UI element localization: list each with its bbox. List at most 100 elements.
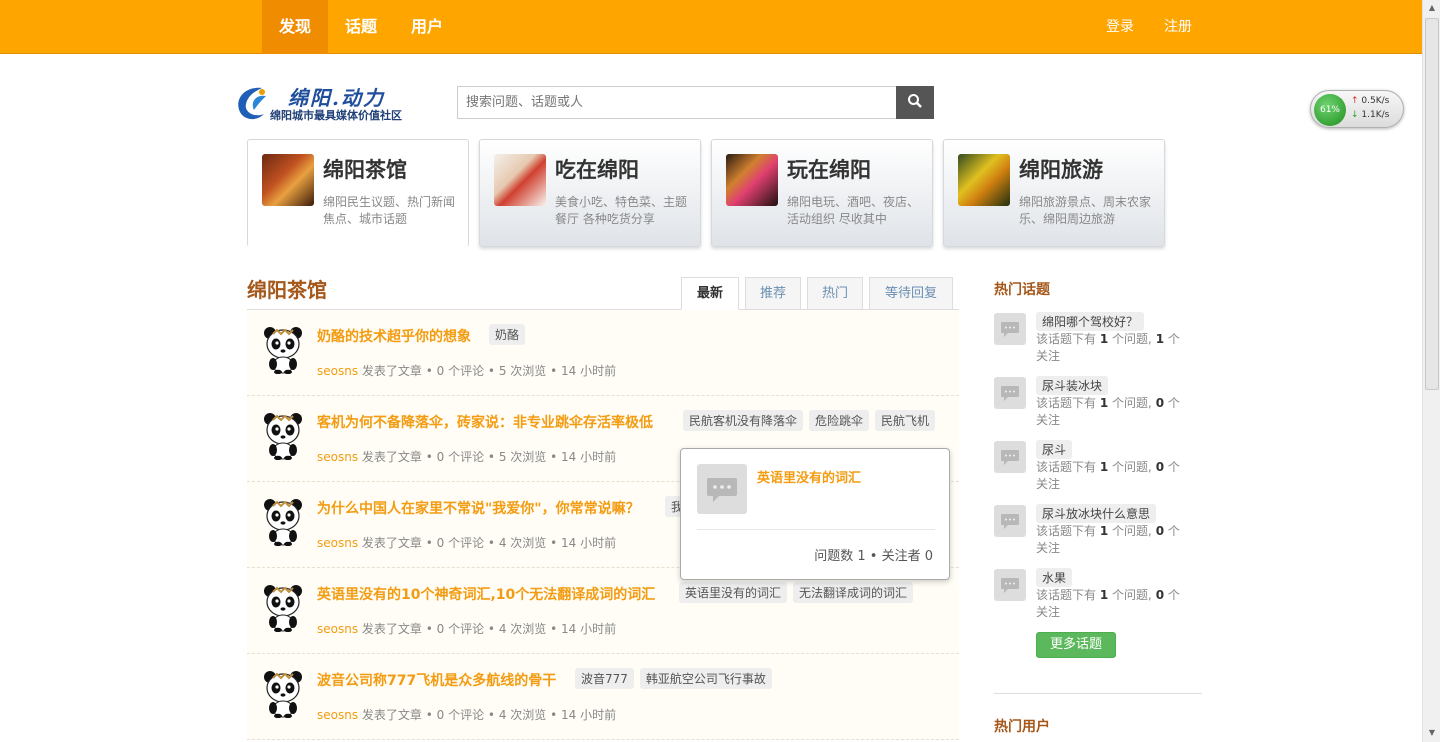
site-logo[interactable]: 绵阳.动力 绵阳城市最具媒体价值社区 [232, 82, 432, 124]
meta-comments: 0 个评论 [436, 364, 485, 378]
page-scrollbar[interactable]: ▲ ▼ [1422, 0, 1440, 742]
article-meta: seosns 发表了文章 • 0 个评论 • 5 次浏览 • 14 小时前 [317, 450, 617, 464]
author-link[interactable]: seosns [317, 536, 358, 550]
scroll-up-arrow-icon[interactable]: ▲ [1426, 2, 1438, 14]
tab-latest[interactable]: 最新 [681, 277, 739, 310]
meta-action: 发表了文章 [361, 364, 422, 378]
logo-subtitle: 绵阳城市最具媒体价值社区 [270, 109, 402, 122]
meta-action: 发表了文章 [361, 536, 422, 550]
feed-item: 波音公司称777飞机是众多航线的骨干 波音777 韩亚航空公司飞行事故 seosn… [247, 654, 959, 740]
network-speed-widget[interactable]: 61% ↑ 0.5K/s ↓ 1.1K/s [1310, 90, 1404, 128]
topic-tag[interactable]: 无法翻译成词的词汇 [793, 582, 914, 603]
topic-tag[interactable]: 民航飞机 [875, 410, 936, 431]
topic-tag[interactable]: 尿斗放冰块什么意思 [1036, 504, 1157, 523]
article-meta: seosns 发表了文章 • 0 个评论 • 4 次浏览 • 14 小时前 [317, 708, 617, 722]
category-card-food[interactable]: 吃在绵阳 美食小吃、特色菜、主题餐厅 各种吃货分享 [479, 139, 701, 247]
category-desc: 绵阳民生议题、热门新闻焦点、城市话题 [323, 195, 456, 226]
topic-desc: 该话题下有 1 个问题, 0 个关注 [1036, 460, 1180, 491]
category-desc: 美食小吃、特色菜、主题餐厅 各种吃货分享 [555, 195, 688, 226]
tab-recommended[interactable]: 推荐 [745, 277, 801, 310]
topic-tag[interactable]: 绵阳哪个驾校好？ [1036, 312, 1145, 331]
questions-count: 1 [857, 549, 866, 564]
meta-action: 发表了文章 [361, 450, 422, 464]
food-thumbnail [494, 154, 546, 206]
article-title[interactable]: 英语里没有的10个神奇词汇,10个无法翻译成词的词汇 [317, 584, 655, 604]
panda-avatar[interactable] [263, 498, 303, 546]
topic-chat-icon [994, 377, 1026, 409]
nav-users[interactable]: 用户 [398, 0, 456, 54]
panda-avatar[interactable] [263, 584, 303, 632]
tab-hot[interactable]: 热门 [807, 277, 863, 310]
meta-comments: 0 个评论 [436, 536, 485, 550]
panda-avatar[interactable] [263, 670, 303, 718]
topic-tag[interactable]: 危险跳伞 [809, 410, 870, 431]
article-title[interactable]: 奶酪的技术超乎你的想象 [317, 326, 471, 346]
meta-views: 4 次浏览 [498, 536, 547, 550]
top-navbar: 发现 话题 用户 登录 注册 [0, 0, 1422, 54]
author-link[interactable]: seosns [317, 364, 358, 378]
meta-views: 4 次浏览 [498, 708, 547, 722]
search-button[interactable] [896, 86, 934, 119]
tag-list: 英语里没有的词汇 无法翻译成词的词汇 [679, 582, 919, 603]
meta-views: 4 次浏览 [498, 622, 547, 636]
topic-hover-card: 英语里没有的词汇 问题数 1 • 关注者 0 [680, 448, 950, 580]
article-title[interactable]: 为什么中国人在家里不常说"我爱你"，你常常说嘛？ [317, 498, 640, 518]
meta-action: 发表了文章 [361, 708, 422, 722]
topic-tag[interactable]: 民航客机没有降落伞 [683, 410, 804, 431]
topic-tag[interactable]: 英语里没有的词汇 [679, 582, 788, 603]
feed-item: 奶酪的技术超乎你的想象 奶酪 seosns 发表了文章 • 0 个评论 • 5 … [247, 310, 959, 396]
category-card-play[interactable]: 玩在绵阳 绵阳电玩、酒吧、夜店、活动组织 尽收其中 [711, 139, 933, 247]
search-icon [908, 94, 922, 108]
meta-time: 14 小时前 [561, 622, 617, 636]
article-meta: seosns 发表了文章 • 0 个评论 • 5 次浏览 • 14 小时前 [317, 364, 617, 378]
author-link[interactable]: seosns [317, 708, 358, 722]
upload-speed-value: 0.5K/s [1361, 96, 1390, 106]
login-link[interactable]: 登录 [1098, 0, 1142, 54]
category-title: 绵阳茶馆 [323, 158, 407, 182]
topic-tag[interactable]: 奶酪 [489, 324, 526, 345]
topic-chat-icon [994, 441, 1026, 473]
meta-comments: 0 个评论 [436, 708, 485, 722]
teahouse-thumbnail [262, 154, 314, 206]
scrollbar-thumb[interactable] [1425, 18, 1439, 390]
topic-tag[interactable]: 水果 [1036, 568, 1073, 587]
article-title[interactable]: 波音公司称777飞机是众多航线的骨干 [317, 670, 556, 690]
topic-desc: 该话题下有 1 个问题, 0 个关注 [1036, 588, 1180, 619]
article-title[interactable]: 客机为何不备降落伞，砖家说：非专业跳伞存活率极低 [317, 412, 653, 432]
topic-tag[interactable]: 尿斗 [1036, 440, 1073, 459]
topic-tag[interactable]: 韩亚航空公司飞行事故 [639, 668, 772, 689]
topic-chat-icon [994, 505, 1026, 537]
followers-label: 关注者 [881, 549, 921, 564]
followers-count: 0 [924, 549, 933, 564]
topic-desc: 该话题下有 1 个问题, 0 个关注 [1036, 396, 1180, 427]
register-link[interactable]: 注册 [1156, 0, 1200, 54]
meta-time: 14 小时前 [561, 536, 617, 550]
meta-views: 5 次浏览 [498, 450, 547, 464]
topic-tag[interactable]: 尿斗装冰块 [1036, 376, 1109, 395]
topic-chat-icon [994, 313, 1026, 345]
nav-topics[interactable]: 话题 [332, 0, 390, 54]
popup-topic-title[interactable]: 英语里没有的词汇 [757, 467, 861, 486]
play-thumbnail [726, 154, 778, 206]
panda-avatar[interactable] [263, 412, 303, 460]
scroll-down-arrow-icon[interactable]: ▼ [1426, 727, 1438, 739]
category-title: 绵阳旅游 [1019, 158, 1103, 182]
topic-tag[interactable]: 波音777 [575, 668, 634, 689]
meta-time: 14 小时前 [561, 450, 617, 464]
sidebar-divider [994, 693, 1202, 694]
popup-stats: 问题数 1 • 关注者 0 [814, 549, 933, 564]
search-input[interactable] [457, 86, 897, 119]
panda-avatar[interactable] [263, 326, 303, 374]
category-card-teahouse[interactable]: 绵阳茶馆 绵阳民生议题、热门新闻焦点、城市话题 [247, 139, 469, 247]
author-link[interactable]: seosns [317, 450, 358, 464]
category-card-travel[interactable]: 绵阳旅游 绵阳旅游景点、周末农家乐、绵阳周边旅游 [943, 139, 1165, 247]
tab-awaiting-reply[interactable]: 等待回复 [869, 277, 953, 310]
more-topics-button[interactable]: 更多话题 [1036, 632, 1116, 658]
nav-discover[interactable]: 发现 [262, 0, 328, 54]
category-title: 玩在绵阳 [787, 158, 871, 182]
travel-thumbnail [958, 154, 1010, 206]
meta-views: 5 次浏览 [498, 364, 547, 378]
author-link[interactable]: seosns [317, 622, 358, 636]
upload-arrow-icon: ↑ [1351, 96, 1359, 106]
article-meta: seosns 发表了文章 • 0 个评论 • 4 次浏览 • 14 小时前 [317, 622, 617, 636]
